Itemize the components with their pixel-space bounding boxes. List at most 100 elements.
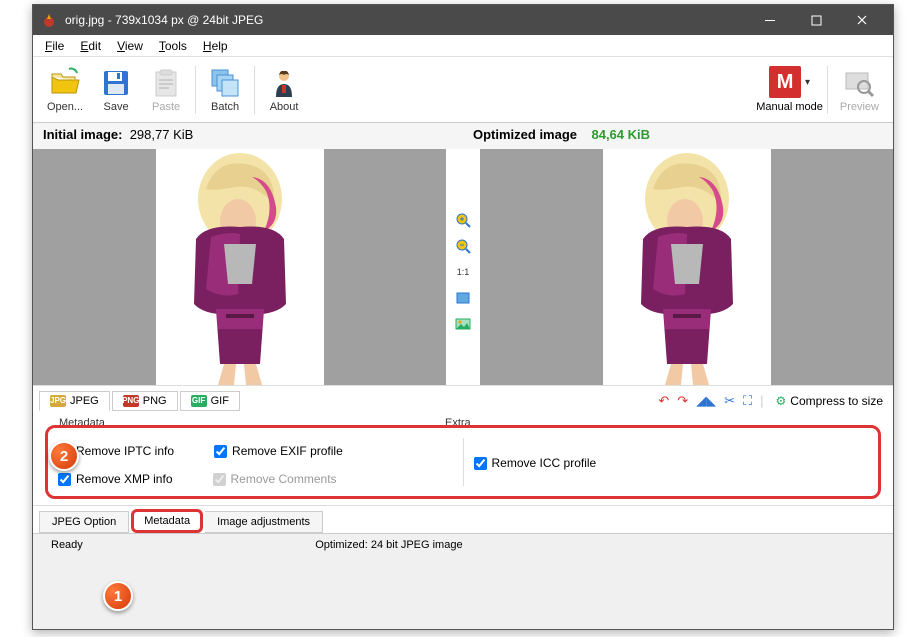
remove-exif-label: Remove EXIF profile — [232, 444, 343, 458]
status-ready: Ready — [41, 539, 93, 551]
separator — [827, 66, 828, 114]
floppy-disk-icon — [100, 67, 132, 99]
tab-metadata[interactable]: Metadata — [131, 509, 203, 533]
mode-selector[interactable]: M ▾ Manual mode — [756, 66, 823, 113]
settings-area: Metadata Extra Remove IPTC info Remove E… — [33, 415, 893, 505]
crop-icon[interactable]: ✂ — [724, 393, 735, 409]
tab-gif[interactable]: GIF GIF — [180, 391, 240, 411]
fit-icon[interactable] — [454, 289, 472, 307]
clipboard-icon — [150, 67, 182, 99]
tab-png[interactable]: PNG PNG — [112, 391, 178, 411]
remove-icc-checkbox[interactable]: Remove ICC profile — [474, 456, 597, 470]
person-icon — [268, 67, 300, 99]
remove-exif-checkbox[interactable]: Remove EXIF profile — [214, 444, 343, 458]
zoom-1to1[interactable]: 1:1 — [454, 263, 472, 281]
manual-mode-icon: M — [769, 66, 801, 98]
compress-to-size-button[interactable]: ⚙ Compress to size — [772, 392, 887, 410]
rotate-right-icon[interactable]: ↷ — [677, 393, 688, 409]
batch-icon — [209, 67, 241, 99]
remove-xmp-checkbox[interactable]: Remove XMP info — [58, 472, 173, 486]
optimized-preview[interactable] — [480, 149, 893, 385]
compress-label: Compress to size — [790, 394, 883, 408]
statusbar: Ready Optimized: 24 bit JPEG image — [33, 533, 893, 555]
open-label: Open... — [47, 101, 83, 113]
preview-label: Preview — [840, 101, 879, 113]
rotate-left-icon[interactable]: ↶ — [658, 393, 669, 409]
optimized-size-label: Optimized image — [473, 127, 577, 142]
initial-size-value: 298,77 KiB — [130, 127, 194, 142]
menu-help[interactable]: Help — [195, 37, 236, 55]
preview-row: 1:1 — [33, 149, 893, 385]
remove-xmp-label: Remove XMP info — [76, 472, 173, 486]
status-optimized: Optimized: 24 bit JPEG image — [93, 539, 685, 551]
mode-label: Manual mode — [756, 101, 823, 113]
initial-size-panel: Initial image: 298,77 KiB — [33, 123, 463, 149]
separator — [195, 66, 196, 114]
menu-file[interactable]: File — [37, 37, 72, 55]
save-label: Save — [104, 101, 129, 113]
optimized-size-panel: Optimized image 84,64 KiB — [463, 123, 893, 149]
content-area: Initial image: 298,77 KiB Optimized imag… — [33, 123, 893, 621]
separator — [254, 66, 255, 114]
gif-icon: GIF — [191, 395, 207, 407]
optimized-image — [603, 149, 771, 385]
paste-label: Paste — [152, 101, 180, 113]
right-tools: ↶ ↷ ◢◣ ✂ ⛶ | ⚙ Compress to size — [658, 392, 887, 410]
landscape-icon[interactable] — [454, 315, 472, 333]
tab-gif-label: GIF — [211, 395, 229, 407]
toolbar: Open... Save Paste Batch About — [33, 57, 893, 123]
zoom-controls: 1:1 — [446, 149, 480, 385]
metadata-fieldset: Remove IPTC info Remove EXIF profile Rem… — [58, 438, 453, 486]
divider — [463, 438, 464, 486]
preview-button[interactable]: Preview — [832, 65, 887, 115]
app-window: orig.jpg - 739x1034 px @ 24bit JPEG File… — [32, 4, 894, 630]
about-button[interactable]: About — [259, 65, 309, 115]
bottom-tabs: JPEG Option Metadata Image adjustments — [33, 505, 893, 533]
initial-preview[interactable] — [33, 149, 446, 385]
resize-icon[interactable]: ⛶ — [743, 393, 752, 409]
tab-jpeg-options[interactable]: JPEG Option — [39, 511, 129, 533]
zoom-in-icon[interactable] — [454, 211, 472, 229]
batch-label: Batch — [211, 101, 239, 113]
initial-image — [156, 149, 324, 385]
about-label: About — [270, 101, 299, 113]
zoom-out-icon[interactable] — [454, 237, 472, 255]
extra-fieldset: Remove ICC profile — [474, 438, 869, 486]
gear-icon: ⚙ — [776, 394, 787, 408]
tab-jpeg[interactable]: JPG JPEG — [39, 391, 110, 411]
magnifier-icon — [843, 67, 875, 99]
remove-comments-label: Remove Comments — [231, 472, 337, 486]
menu-edit[interactable]: Edit — [72, 37, 109, 55]
menu-tools[interactable]: Tools — [151, 37, 195, 55]
titlebar: orig.jpg - 739x1034 px @ 24bit JPEG — [33, 5, 893, 35]
minimize-button[interactable] — [747, 5, 793, 35]
tab-png-label: PNG — [143, 395, 167, 407]
caret-down-icon: ▾ — [805, 77, 810, 88]
remove-comments-checkbox: Remove Comments — [213, 472, 337, 486]
jpeg-icon: JPG — [50, 395, 66, 407]
window-title: orig.jpg - 739x1034 px @ 24bit JPEG — [65, 13, 747, 27]
size-bar: Initial image: 298,77 KiB Optimized imag… — [33, 123, 893, 149]
initial-size-label: Initial image: — [43, 127, 122, 142]
metadata-settings-box: Remove IPTC info Remove EXIF profile Rem… — [45, 425, 881, 499]
optimized-size-value: 84,64 KiB — [591, 127, 650, 142]
app-icon — [41, 12, 57, 28]
remove-icc-label: Remove ICC profile — [492, 456, 597, 470]
maximize-button[interactable] — [793, 5, 839, 35]
annotation-2: 2 — [49, 441, 79, 471]
open-button[interactable]: Open... — [39, 65, 91, 115]
png-icon: PNG — [123, 395, 139, 407]
remove-iptc-label: Remove IPTC info — [76, 444, 174, 458]
menu-view[interactable]: View — [109, 37, 151, 55]
close-button[interactable] — [839, 5, 885, 35]
flip-horizontal-icon[interactable]: ◢◣ — [696, 393, 716, 409]
annotation-1: 1 — [103, 581, 133, 611]
menubar: File Edit View Tools Help — [33, 35, 893, 57]
paste-button[interactable]: Paste — [141, 65, 191, 115]
tab-jpeg-label: JPEG — [70, 395, 99, 407]
window-controls — [747, 5, 885, 35]
save-button[interactable]: Save — [91, 65, 141, 115]
tab-image-adjustments[interactable]: Image adjustments — [205, 511, 323, 533]
batch-button[interactable]: Batch — [200, 65, 250, 115]
format-tabs-row: JPG JPEG PNG PNG GIF GIF ↶ ↷ ◢◣ ✂ ⛶ | ⚙ … — [33, 385, 893, 415]
